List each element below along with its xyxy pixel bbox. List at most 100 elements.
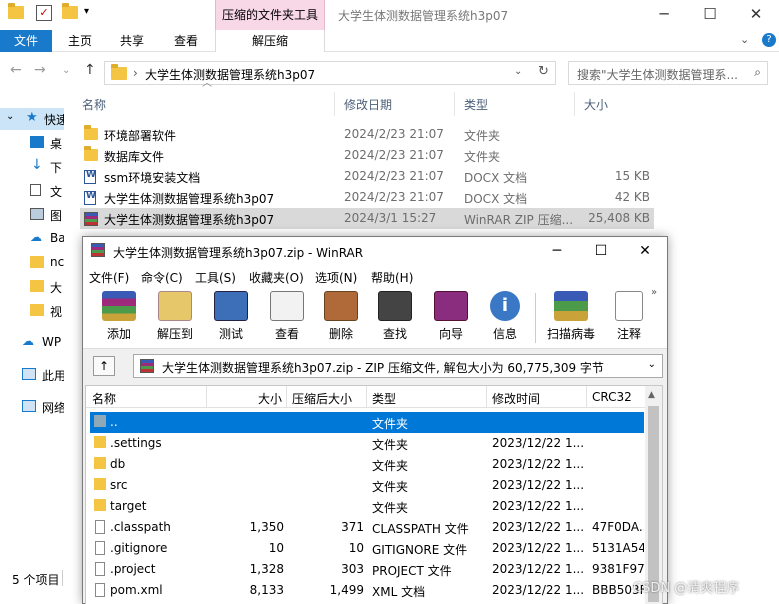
sidebar-item-desktop[interactable]: 桌 xyxy=(0,132,64,154)
column-divider[interactable] xyxy=(286,386,287,408)
new-folder-icon[interactable] xyxy=(62,3,78,24)
wizard-button[interactable]: 向导 xyxy=(423,291,479,347)
view-button[interactable]: 查看 xyxy=(259,291,315,347)
properties-icon[interactable]: ✓ xyxy=(36,5,52,21)
column-divider[interactable] xyxy=(586,386,587,408)
sidebar-item-folder-video[interactable]: 视 xyxy=(0,300,64,322)
table-row[interactable]: pom.xml 8,133 1,499 XML 文档 2023/12/22 1.… xyxy=(90,580,644,601)
quick-access-dropdown-icon[interactable]: ▾ xyxy=(84,6,89,24)
sidebar-item-this-pc[interactable]: 此用 xyxy=(0,364,64,386)
file-type: WinRAR ZIP 压缩... xyxy=(464,213,574,227)
virus-scan-button[interactable]: 扫描病毒 xyxy=(541,291,601,347)
archive-path-field[interactable]: 大学生体测数据管理系统h3p07.zip - ZIP 压缩文件, 解包大小为 6… xyxy=(133,354,663,378)
delete-button[interactable]: 删除 xyxy=(313,291,369,347)
search-icon[interactable]: ⌕ xyxy=(754,65,761,80)
path-dropdown-icon[interactable]: ⌄ xyxy=(648,359,656,370)
column-type[interactable]: 类型 xyxy=(464,96,488,113)
back-icon[interactable]: ← xyxy=(10,62,22,78)
column-size[interactable]: 大小 xyxy=(258,390,282,407)
menu-commands[interactable]: 命令(C) xyxy=(141,269,183,286)
archive-item-packed: 303 xyxy=(341,562,364,576)
address-dropdown-icon[interactable]: ⌄ xyxy=(514,66,522,77)
recent-dropdown-icon[interactable]: ⌄ xyxy=(62,65,70,76)
table-row[interactable]: .classpath 1,350 371 CLASSPATH 文件 2023/1… xyxy=(90,517,644,538)
refresh-icon[interactable]: ↻ xyxy=(538,64,549,79)
menu-tools[interactable]: 工具(S) xyxy=(195,269,236,286)
help-icon[interactable]: ? xyxy=(762,33,776,47)
column-divider[interactable] xyxy=(486,386,487,408)
sidebar-item-label: 视 xyxy=(50,305,63,319)
table-row[interactable]: .settings 文件夹 2023/12/22 1... xyxy=(90,433,644,454)
table-row-selected[interactable]: .. 文件夹 xyxy=(90,412,644,433)
column-divider[interactable] xyxy=(574,92,575,116)
column-packed-size[interactable]: 压缩后大小 xyxy=(292,390,352,407)
expand-ribbon-icon[interactable]: ⌄ xyxy=(740,33,749,46)
maximize-button[interactable]: ☐ xyxy=(687,0,733,30)
sidebar-item-pictures[interactable]: 图 xyxy=(0,204,64,226)
list-item[interactable]: 大学生体测数据管理系统h3p07 2024/2/23 21:07 DOCX 文档… xyxy=(80,187,654,208)
sidebar-item-documents[interactable]: 文 xyxy=(0,180,64,202)
up-one-level-button[interactable]: ↑ xyxy=(93,356,115,376)
toolbar-label: 扫描病毒 xyxy=(546,327,595,341)
up-icon[interactable]: ↑ xyxy=(84,62,96,78)
column-crc32[interactable]: CRC32 xyxy=(592,390,632,404)
column-divider[interactable] xyxy=(206,386,207,408)
column-name[interactable]: 名称 xyxy=(82,96,106,113)
winrar-minimize-button[interactable]: ─ xyxy=(535,237,579,265)
add-button[interactable]: 添加 xyxy=(91,291,147,347)
scroll-up-icon[interactable]: ▲ xyxy=(648,390,655,400)
sidebar-item-downloads[interactable]: ↓ 下 xyxy=(0,156,64,178)
extract-to-button[interactable]: 解压到 xyxy=(147,291,203,347)
column-type[interactable]: 类型 xyxy=(372,390,396,407)
list-item[interactable]: ssm环境安装文档 2024/2/23 21:07 DOCX 文档 15 KB xyxy=(80,166,654,187)
winrar-close-button[interactable]: ✕ xyxy=(623,237,667,265)
list-item[interactable]: 环境部署软件 2024/2/23 21:07 文件夹 xyxy=(80,124,654,145)
vertical-scrollbar[interactable]: ▲ xyxy=(645,386,662,604)
sidebar-item-wps[interactable]: ☁ WP xyxy=(0,332,64,354)
column-size[interactable]: 大小 xyxy=(584,96,608,113)
scrollbar-thumb[interactable] xyxy=(648,406,659,602)
list-item[interactable]: 数据库文件 2024/2/23 21:07 文件夹 xyxy=(80,145,654,166)
sidebar-item-label: 桌 xyxy=(50,137,63,151)
column-modified[interactable]: 修改时间 xyxy=(492,390,540,407)
sidebar-item-network[interactable]: 网络 xyxy=(0,396,64,418)
menu-favorites[interactable]: 收藏夹(O) xyxy=(249,269,304,286)
xml-file-icon xyxy=(95,583,105,597)
table-row[interactable]: .project 1,328 303 PROJECT 文件 2023/12/22… xyxy=(90,559,644,580)
archive-item-packed: 1,499 xyxy=(329,583,364,597)
search-input[interactable]: 搜索"大学生体测数据管理系... ⌕ xyxy=(568,61,768,85)
tab-view[interactable]: 查看 xyxy=(162,30,210,52)
sidebar-item-folder-da[interactable]: 大 xyxy=(0,276,64,298)
close-button[interactable]: ✕ xyxy=(733,0,779,30)
menu-file[interactable]: 文件(F) xyxy=(89,269,129,286)
column-divider[interactable] xyxy=(366,386,367,408)
table-row[interactable]: src 文件夹 2023/12/22 1... xyxy=(90,475,644,496)
winrar-maximize-button[interactable]: ☐ xyxy=(579,237,623,265)
comment-button[interactable]: 注释 xyxy=(601,291,657,347)
column-divider[interactable] xyxy=(454,92,455,116)
file-type: 文件夹 xyxy=(464,129,501,143)
tab-share[interactable]: 共享 xyxy=(108,30,156,52)
sidebar-item-baidu[interactable]: ☁ Ba xyxy=(0,228,64,250)
table-row[interactable]: db 文件夹 2023/12/22 1... xyxy=(90,454,644,475)
menu-help[interactable]: 帮助(H) xyxy=(371,269,413,286)
column-name[interactable]: 名称 xyxy=(92,390,116,407)
address-bar[interactable]: › 大学生体测数据管理系统h3p07 xyxy=(104,61,556,85)
sidebar-item-quick-access[interactable]: ⌄ ★ 快速 xyxy=(0,108,64,130)
tab-home[interactable]: 主页 xyxy=(56,30,104,52)
list-item-selected[interactable]: 大学生体测数据管理系统h3p07 2024/3/1 15:27 WinRAR Z… xyxy=(80,208,654,229)
tab-extract[interactable]: 解压缩 xyxy=(215,30,325,52)
toolbar-overflow-icon[interactable]: » xyxy=(651,287,657,298)
sidebar-item-folder-nc[interactable]: nc xyxy=(0,252,64,274)
column-date[interactable]: 修改日期 xyxy=(344,96,392,113)
table-row[interactable]: target 文件夹 2023/12/22 1... xyxy=(90,496,644,517)
table-row[interactable]: .gitignore 10 10 GITIGNORE 文件 2023/12/22… xyxy=(90,538,644,559)
menu-options[interactable]: 选项(N) xyxy=(315,269,357,286)
find-button[interactable]: 查找 xyxy=(367,291,423,347)
test-button[interactable]: 测试 xyxy=(203,291,259,347)
tab-file[interactable]: 文件 xyxy=(0,30,52,52)
column-divider[interactable] xyxy=(334,92,335,116)
minimize-button[interactable]: ─ xyxy=(641,0,687,30)
info-button[interactable]: i 信息 xyxy=(477,291,533,347)
forward-icon[interactable]: → xyxy=(34,62,46,78)
